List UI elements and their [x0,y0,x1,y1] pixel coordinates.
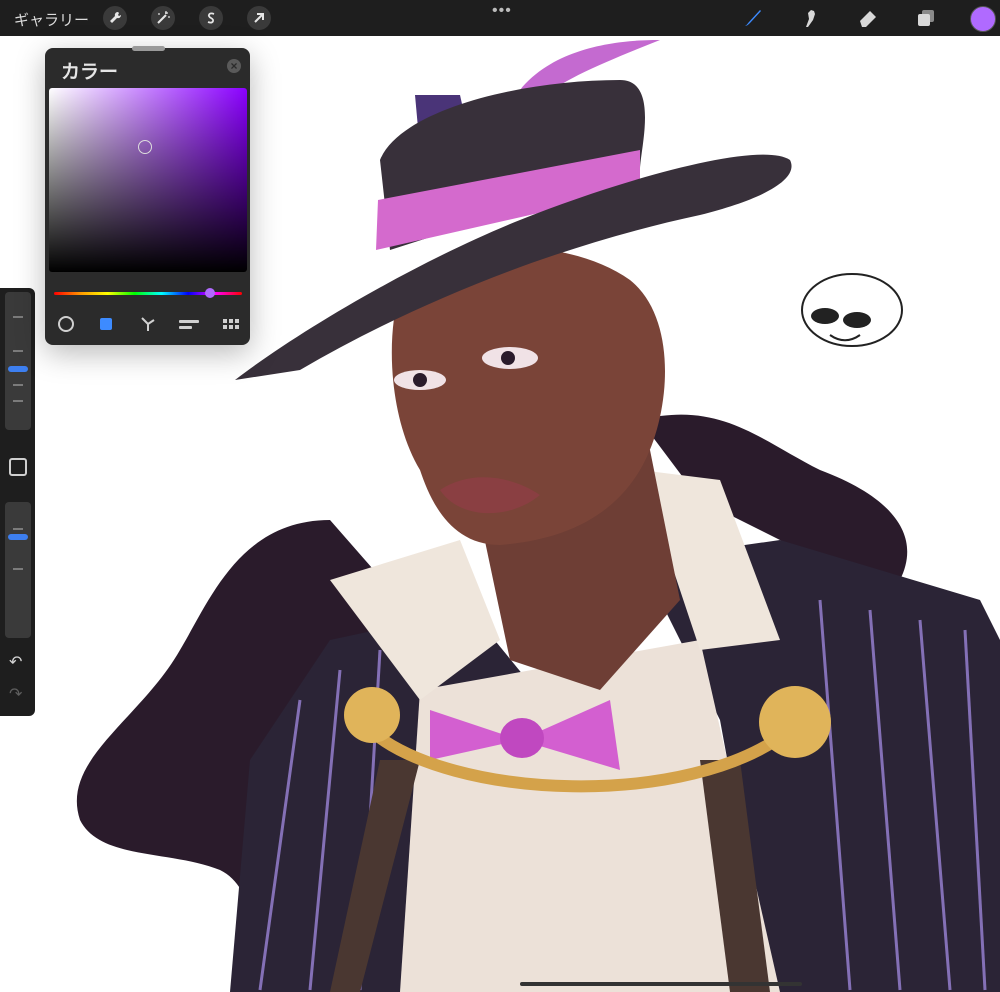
smudge-icon[interactable] [800,7,822,29]
color-mode-tabs [45,313,250,337]
eraser-icon[interactable] [857,7,879,29]
top-toolbar: ギャラリー ••• [0,0,1000,36]
home-indicator[interactable] [520,982,802,986]
harmony-icon[interactable] [137,313,159,335]
current-color-swatch[interactable] [970,6,996,32]
hue-slider-handle[interactable] [205,288,215,298]
layers-icon[interactable] [915,7,937,29]
undo-button[interactable]: ↶ [9,652,22,672]
brush-icon[interactable] [742,7,764,29]
value-icon[interactable] [178,313,200,335]
close-icon[interactable]: × [227,59,241,73]
opacity-slider[interactable] [5,502,31,638]
panel-grabber[interactable] [132,46,165,51]
panel-title: カラー [61,62,119,83]
move-arrow-icon[interactable] [247,6,271,30]
side-bar: ↶ ↷ [0,288,35,716]
palettes-icon[interactable] [220,313,242,335]
redo-button[interactable]: ↷ [9,684,22,704]
brush-size-slider[interactable] [5,292,31,430]
classic-icon[interactable] [95,313,117,335]
disc-icon[interactable] [55,313,77,335]
more-dots[interactable]: ••• [492,2,512,20]
color-panel: カラー × [45,46,250,345]
brush-size-handle[interactable] [8,366,28,372]
magic-wand-icon[interactable] [151,6,175,30]
opacity-handle[interactable] [8,534,28,540]
color-picker-handle[interactable] [138,140,152,154]
selection-icon[interactable] [199,6,223,30]
gallery-button[interactable]: ギャラリー [14,9,89,30]
modify-button[interactable] [9,458,27,476]
saturation-brightness-square[interactable] [49,88,247,272]
wrench-icon[interactable] [103,6,127,30]
